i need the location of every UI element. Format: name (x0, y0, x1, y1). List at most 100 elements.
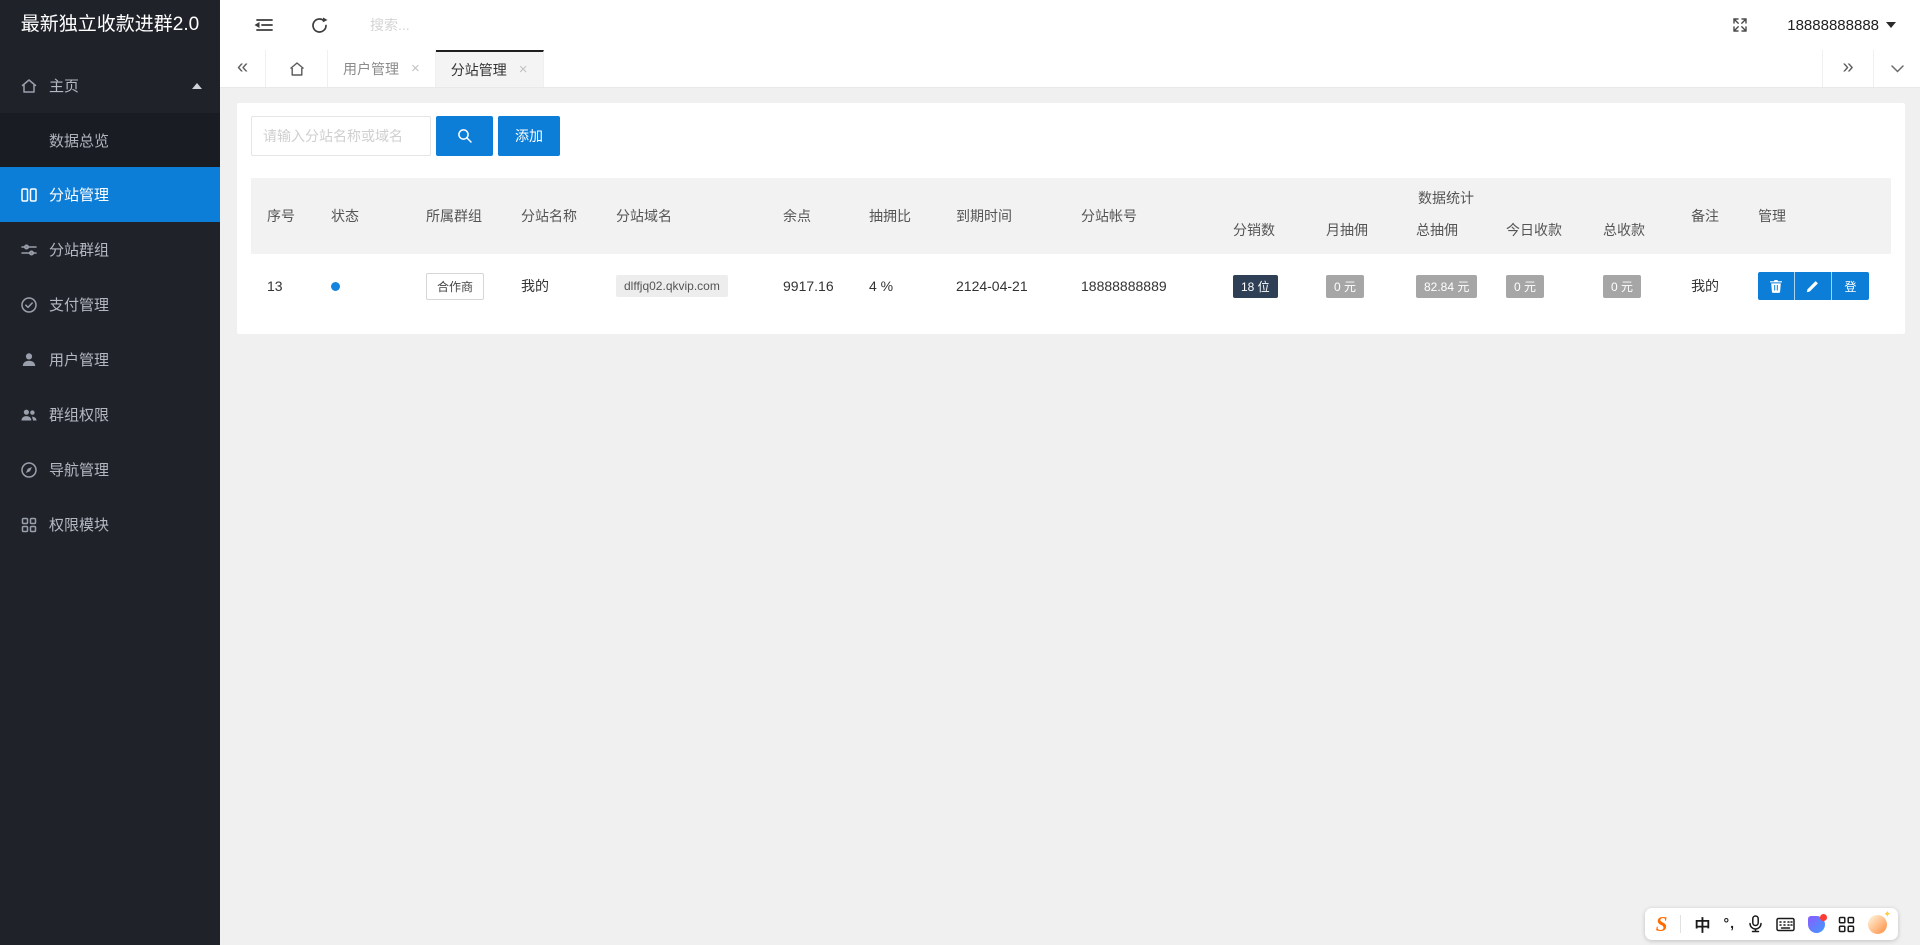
col-header-expire: 到期时间 (940, 178, 1065, 254)
cell-total-income: 0 元 (1587, 254, 1675, 318)
col-header-site-name: 分站名称 (505, 178, 600, 254)
collapse-menu-icon[interactable] (250, 12, 276, 38)
refresh-icon[interactable] (306, 12, 332, 38)
tab-label: 分站管理 (450, 61, 507, 78)
sidebar-subitem-label: 数据总览 (49, 132, 110, 150)
home-icon (20, 77, 38, 95)
columns-icon (20, 186, 38, 204)
domain-tag[interactable]: dlffjq02.qkvip.com (616, 275, 728, 297)
global-search-input[interactable] (370, 17, 700, 33)
sidebar-item-home[interactable]: 主页 (0, 58, 220, 113)
close-icon[interactable] (411, 61, 420, 76)
cell-distribution: 18 位 (1217, 254, 1310, 318)
tabbar-spacer (544, 50, 1822, 87)
blocks-icon (20, 516, 38, 534)
col-header-no: 序号 (251, 178, 315, 254)
input-method-bar: 中 (1644, 908, 1898, 940)
col-header-group: 所属群组 (410, 178, 505, 254)
sites-table: 序号 状态 所属群组 分站名称 分站域名 余点 抽拥比 到期时间 分站帐号 数据… (251, 178, 1891, 318)
sliders-icon (20, 241, 38, 259)
site-search-input[interactable] (251, 116, 431, 156)
sidebar-item-navigation[interactable]: 导航管理 (0, 442, 220, 497)
chevron-down-icon (1886, 22, 1896, 28)
topbar: 18888888888 (220, 0, 1920, 50)
cell-domain: dlffjq02.qkvip.com (600, 254, 767, 318)
chevron-up-icon (192, 82, 202, 89)
col-header-balance: 余点 (767, 178, 853, 254)
toolbox-icon[interactable] (1838, 916, 1855, 933)
col-header-domain: 分站域名 (600, 178, 767, 254)
sidebar-item-label: 用户管理 (49, 352, 110, 369)
sidebar-item-site-management[interactable]: 分站管理 (0, 167, 220, 222)
site-management-panel: 添加 序号 状态 所属群组 分站名称 分站域名 余点 (237, 103, 1905, 334)
cell-today-income: 0 元 (1490, 254, 1587, 318)
sidebar-item-permission-modules[interactable]: 权限模块 (0, 497, 220, 552)
delete-button[interactable] (1758, 272, 1796, 300)
users-icon (20, 406, 38, 424)
action-button-group: 登 (1758, 272, 1870, 300)
col-header-today-income: 今日收款 (1490, 218, 1587, 254)
add-button[interactable]: 添加 (498, 116, 560, 156)
sidebar-item-site-groups[interactable]: 分站群组 (0, 222, 220, 277)
sidebar-item-label: 支付管理 (49, 297, 110, 314)
col-header-month-commission: 月抽佣 (1310, 218, 1400, 254)
scroll-tabs-left-button[interactable]: « (220, 50, 266, 87)
month-commission-badge: 0 元 (1326, 274, 1365, 298)
edit-button[interactable] (1795, 272, 1833, 300)
total-commission-badge: 82.84 元 (1416, 274, 1478, 298)
sidebar-item-label: 导航管理 (49, 462, 110, 479)
shield-check-icon (20, 296, 38, 314)
emoji-assistant-icon[interactable] (1868, 909, 1891, 934)
close-icon[interactable] (519, 62, 528, 77)
table-row: 13 合作商 我的 dlffjq02.qkvip.com 9917.16 4 %… (251, 254, 1891, 318)
total-income-badge: 0 元 (1603, 274, 1642, 298)
col-header-status: 状态 (315, 178, 410, 254)
skin-theme-icon[interactable] (1808, 913, 1827, 933)
cell-expire: 2124-04-21 (956, 278, 1028, 294)
divider (1680, 915, 1682, 933)
punctuation-mode-icon[interactable] (1724, 915, 1736, 933)
home-tab-icon[interactable] (266, 50, 328, 87)
fullscreen-icon[interactable] (1727, 12, 1753, 38)
cell-status (315, 254, 410, 318)
group-tag: 合作商 (426, 272, 485, 300)
cell-group: 合作商 (410, 254, 505, 318)
username: 18888888888 (1787, 16, 1879, 34)
sidebar: 最新独立收款进群2.0 主页 数据总览 分站管理 分站群组 支付管理 用户管理 … (0, 0, 220, 945)
chinese-mode-icon[interactable]: 中 (1694, 912, 1710, 936)
distribution-badge: 18 位 (1233, 274, 1278, 298)
sidebar-item-users[interactable]: 用户管理 (0, 332, 220, 387)
tabs-menu-button[interactable] (1874, 50, 1920, 87)
cell-month-commission: 0 元 (1310, 254, 1400, 318)
sidebar-item-payment[interactable]: 支付管理 (0, 277, 220, 332)
tab-user-management[interactable]: 用户管理 (328, 50, 436, 87)
cell-balance: 9917.16 (783, 278, 834, 294)
keyboard-icon[interactable] (1776, 917, 1795, 932)
tab-site-management[interactable]: 分站管理 (435, 50, 544, 87)
col-header-ratio: 抽拥比 (853, 178, 940, 254)
cell-actions: 登 (1742, 254, 1891, 318)
cell-site-name: 我的 (521, 278, 549, 294)
cell-no: 13 (267, 278, 283, 294)
col-header-total-income: 总收款 (1587, 218, 1676, 254)
sidebar-item-group-permissions[interactable]: 群组权限 (0, 387, 220, 442)
cell-total-commission: 82.84 元 (1400, 254, 1490, 318)
microphone-icon[interactable] (1748, 915, 1763, 933)
sogou-logo-icon[interactable] (1656, 912, 1668, 937)
tab-bar: « 用户管理 分站管理 » (220, 50, 1920, 88)
cell-ratio: 4 % (869, 278, 894, 294)
status-dot (331, 282, 340, 291)
user-menu[interactable]: 18888888888 (1787, 17, 1896, 34)
login-button[interactable]: 登 (1832, 272, 1870, 300)
user-icon (20, 351, 38, 369)
compass-icon (20, 461, 38, 479)
app-title: 最新独立收款进群2.0 (20, 14, 200, 35)
search-button[interactable] (436, 116, 493, 156)
cell-remark: 我的 (1691, 278, 1720, 294)
tab-label: 用户管理 (343, 60, 399, 77)
today-income-badge: 0 元 (1506, 274, 1545, 298)
scroll-tabs-right-button[interactable]: » (1822, 50, 1874, 87)
sidebar-item-label: 主页 (49, 78, 80, 95)
sidebar-item-data-overview[interactable]: 数据总览 (0, 113, 220, 167)
cell-account: 18888888889 (1081, 278, 1167, 294)
